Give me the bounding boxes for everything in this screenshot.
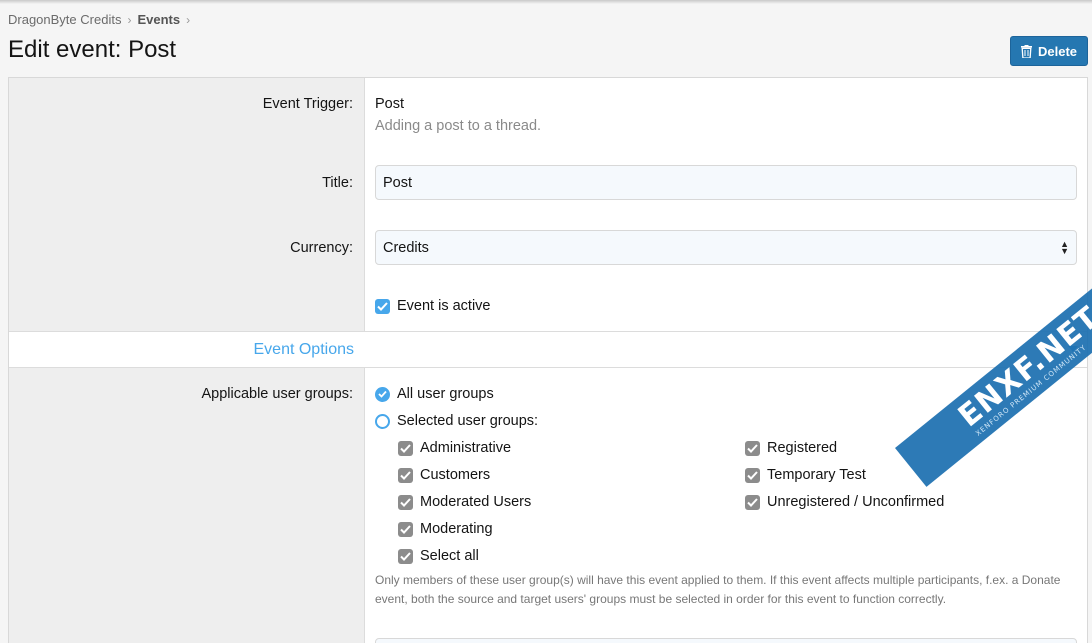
checkbox-checked-icon — [745, 440, 760, 456]
breadcrumb: DragonByte Credits › Events › — [8, 12, 196, 27]
delete-button-label: Delete — [1037, 43, 1078, 59]
currency-label: Currency: — [290, 240, 353, 256]
event-form: Event Trigger: Post Adding a post to a t… — [8, 77, 1088, 643]
page-title: Edit event: Post — [8, 36, 177, 63]
radio-checked-icon — [375, 386, 390, 402]
currency-select[interactable]: Credits ▲ ▼ — [375, 230, 1077, 265]
checkbox-checked-icon — [398, 440, 413, 456]
top-shadow — [0, 0, 1092, 4]
selected-user-groups-radio[interactable]: Selected user groups: — [375, 413, 538, 429]
section-title: Event Options — [253, 341, 355, 358]
event-active-checkbox[interactable]: Event is active — [375, 298, 491, 314]
checkbox-checked-icon — [745, 494, 760, 510]
group-label: Select all — [420, 548, 479, 564]
all-user-groups-label: All user groups — [397, 386, 494, 402]
select-arrows-icon: ▲ ▼ — [1060, 238, 1069, 256]
event-active-label: Event is active — [397, 298, 491, 314]
title-label: Title: — [322, 175, 353, 191]
selected-user-groups-label: Selected user groups: — [397, 413, 539, 429]
user-groups-label: Applicable user groups: — [201, 386, 353, 402]
event-trigger-label: Event Trigger: — [262, 96, 353, 112]
currency-selected-value: Credits — [383, 239, 429, 256]
breadcrumb-separator-icon: › — [186, 12, 191, 27]
group-label: Registered — [767, 440, 838, 456]
checkbox-checked-icon — [745, 467, 760, 483]
delete-button[interactable]: Delete — [1010, 36, 1088, 66]
group-label: Moderated Users — [420, 494, 532, 510]
event-trigger-value: Post — [375, 96, 405, 112]
checkbox-checked-icon — [398, 494, 413, 510]
checkbox-checked-icon — [398, 548, 413, 564]
next-field-input[interactable] — [375, 638, 1077, 643]
breadcrumb-events[interactable]: Events — [137, 12, 180, 27]
group-checkbox-temporary-test[interactable]: Temporary Test — [745, 467, 866, 483]
group-checkbox-customers[interactable]: Customers — [398, 467, 490, 483]
event-trigger-hint: Adding a post to a thread. — [375, 118, 542, 134]
group-label: Unregistered / Unconfirmed — [767, 494, 945, 510]
group-checkbox-unregistered[interactable]: Unregistered / Unconfirmed — [745, 494, 944, 510]
group-label: Customers — [420, 467, 491, 483]
group-label: Administrative — [420, 440, 512, 456]
user-groups-explain: Only members of these user group(s) will… — [375, 573, 1061, 606]
all-user-groups-radio[interactable]: All user groups — [375, 386, 494, 402]
breadcrumb-dragonbyte-credits[interactable]: DragonByte Credits — [8, 12, 121, 27]
group-checkbox-moderating[interactable]: Moderating — [398, 521, 493, 537]
checkbox-checked-icon — [375, 298, 390, 314]
group-label: Temporary Test — [767, 467, 866, 483]
group-checkbox-administrative[interactable]: Administrative — [398, 440, 511, 456]
trash-icon — [1020, 44, 1032, 58]
group-checkbox-moderated-users[interactable]: Moderated Users — [398, 494, 531, 510]
checkbox-checked-icon — [398, 521, 413, 537]
event-options-section[interactable]: Event Options — [9, 331, 1087, 368]
title-input-value: Post — [383, 174, 413, 191]
title-input[interactable]: Post — [375, 165, 1077, 200]
checkbox-checked-icon — [398, 467, 413, 483]
group-checkbox-select-all[interactable]: Select all — [398, 548, 479, 564]
breadcrumb-separator-icon: › — [127, 12, 132, 27]
radio-unchecked-icon — [375, 413, 390, 429]
group-label: Moderating — [420, 521, 493, 537]
group-checkbox-registered[interactable]: Registered — [745, 440, 837, 456]
